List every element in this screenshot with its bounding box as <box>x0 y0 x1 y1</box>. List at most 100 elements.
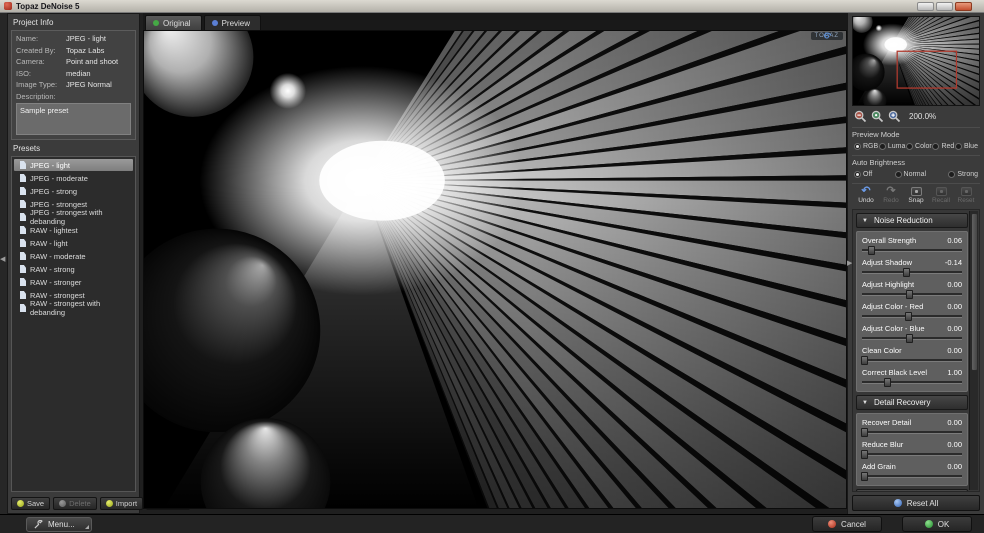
main-image-canvas[interactable]: TOPAZ <box>143 30 847 509</box>
slider-value: -0.14 <box>945 258 962 267</box>
slider-value: 0.00 <box>947 418 962 427</box>
preset-item[interactable]: JPEG - light <box>14 159 133 171</box>
slider-track[interactable] <box>862 378 962 387</box>
radio-color[interactable]: Color <box>906 143 932 150</box>
undo-button[interactable]: ↶Undo <box>854 187 878 204</box>
radio-label: Off <box>863 171 872 178</box>
slider-header: Adjust Highlight0.00 <box>862 280 962 289</box>
right-panel: ▶ 200.0% Preview Mode RGBLu <box>847 13 984 514</box>
radio-luma[interactable]: Luma <box>879 143 906 150</box>
snap-button[interactable]: Snap <box>904 187 928 204</box>
preset-item[interactable]: RAW - moderate <box>14 250 133 262</box>
slider-handle[interactable] <box>905 312 912 321</box>
preset-item[interactable]: JPEG - strong <box>14 185 133 197</box>
slider-handle[interactable] <box>906 290 913 299</box>
reset-all-button[interactable]: Reset All <box>852 495 980 511</box>
slider-handle[interactable] <box>903 268 910 277</box>
preset-label: JPEG - light <box>30 161 70 170</box>
auto-brightness-title: Auto Brightness <box>852 155 980 167</box>
slider-handle[interactable] <box>861 450 868 459</box>
left-panel: Project Info Name:JPEG - lightCreated By… <box>7 13 140 514</box>
slider-adjust-shadow: Adjust Shadow-0.14 <box>862 258 962 277</box>
radio-strong[interactable]: Strong <box>948 171 978 178</box>
cancel-button[interactable]: Cancel <box>812 516 882 532</box>
slider-handle[interactable] <box>861 356 868 365</box>
preset-item[interactable]: RAW - light <box>14 237 133 249</box>
adjustments-panel: ▼ Noise Reduction Overall Strength0.06Ad… <box>852 209 980 492</box>
field-label: Description: <box>16 92 66 101</box>
section-noise-reduction[interactable]: ▼ Noise Reduction <box>856 213 968 228</box>
radio-circle-icon <box>932 143 939 150</box>
preset-doc-icon <box>20 226 26 234</box>
preset-doc-icon <box>20 304 26 312</box>
field-label: Created By: <box>16 46 66 55</box>
reset-icon <box>961 187 972 196</box>
zoom-in-icon[interactable] <box>888 110 901 123</box>
section-detail-recovery[interactable]: ▼ Detail Recovery <box>856 395 968 410</box>
preset-item[interactable]: JPEG - strongest with debanding <box>14 211 133 223</box>
recall-button[interactable]: Recall <box>929 187 953 204</box>
save-button[interactable]: Save <box>11 497 50 510</box>
slider-track[interactable] <box>862 334 962 343</box>
slider-handle[interactable] <box>906 334 913 343</box>
reset-button[interactable]: Reset <box>954 187 978 204</box>
tab-original[interactable]: Original <box>145 15 202 30</box>
slider-value: 0.00 <box>947 324 962 333</box>
preset-doc-icon <box>20 291 26 299</box>
navigator-thumbnail[interactable] <box>852 16 980 106</box>
settings-scrollbar[interactable] <box>969 211 978 490</box>
section-title: Noise Reduction <box>874 216 933 225</box>
preset-item[interactable]: RAW - strongest with debanding <box>14 302 133 314</box>
ok-button[interactable]: OK <box>902 516 972 532</box>
toolbar-button-label: Reset <box>958 197 975 204</box>
radio-normal[interactable]: Normal <box>895 171 927 178</box>
slider-handle[interactable] <box>861 428 868 437</box>
radio-red[interactable]: Red <box>932 143 954 150</box>
preset-item[interactable]: JPEG - moderate <box>14 172 133 184</box>
delete-button[interactable]: Delete <box>53 497 97 510</box>
slider-track[interactable] <box>862 472 962 481</box>
slider-handle[interactable] <box>868 246 875 255</box>
tab-strip: OriginalPreview <box>143 13 847 30</box>
slider-track[interactable] <box>862 428 962 437</box>
slider-track[interactable] <box>862 450 962 459</box>
slider-track[interactable] <box>862 290 962 299</box>
redo-button[interactable]: ↷Redo <box>879 187 903 204</box>
preview-mode-options: RGBLumaColorRedBlue <box>852 142 980 152</box>
preset-label: RAW - lightest <box>30 226 78 235</box>
slider-handle[interactable] <box>884 378 891 387</box>
scrollbar-thumb[interactable] <box>971 213 978 371</box>
slider-header: Adjust Shadow-0.14 <box>862 258 962 267</box>
slider-track[interactable] <box>862 246 962 255</box>
radio-rgb[interactable]: RGB <box>854 143 878 150</box>
close-button[interactable] <box>955 2 972 11</box>
collapse-left-panel-arrow[interactable]: ◀ <box>0 256 5 263</box>
minimize-button[interactable] <box>917 2 934 11</box>
zoom-out-icon[interactable] <box>854 110 867 123</box>
zoom-fit-icon[interactable] <box>871 110 884 123</box>
slider-reduce-blur: Reduce Blur0.00 <box>862 440 962 459</box>
preset-label: JPEG - strong <box>30 187 77 196</box>
detail-recovery-sliders: Recover Detail0.00Reduce Blur0.00Add Gra… <box>856 413 968 486</box>
menu-button[interactable]: Menu... <box>26 517 92 532</box>
slider-track[interactable] <box>862 312 962 321</box>
slider-track[interactable] <box>862 356 962 365</box>
radio-off[interactable]: Off <box>854 171 872 178</box>
maximize-button[interactable] <box>936 2 953 11</box>
radio-blue[interactable]: Blue <box>955 143 978 150</box>
button-label: Save <box>27 499 44 508</box>
button-label: Delete <box>69 499 91 508</box>
import-button[interactable]: Import <box>100 497 143 510</box>
section-debanding[interactable]: ▶ Debanding <box>856 489 968 492</box>
slider-label: Correct Black Level <box>862 368 927 377</box>
preset-item[interactable]: RAW - stronger <box>14 276 133 288</box>
preset-doc-icon <box>20 174 26 182</box>
slider-track[interactable] <box>862 268 962 277</box>
preset-item[interactable]: RAW - lightest <box>14 224 133 236</box>
preset-item[interactable]: RAW - strong <box>14 263 133 275</box>
tab-preview[interactable]: Preview <box>204 15 261 30</box>
slider-handle[interactable] <box>861 472 868 481</box>
field-label: Camera: <box>16 57 66 66</box>
project-info-row: Image Type:JPEG Normal <box>16 80 131 89</box>
description-field[interactable]: Sample preset <box>16 103 131 135</box>
